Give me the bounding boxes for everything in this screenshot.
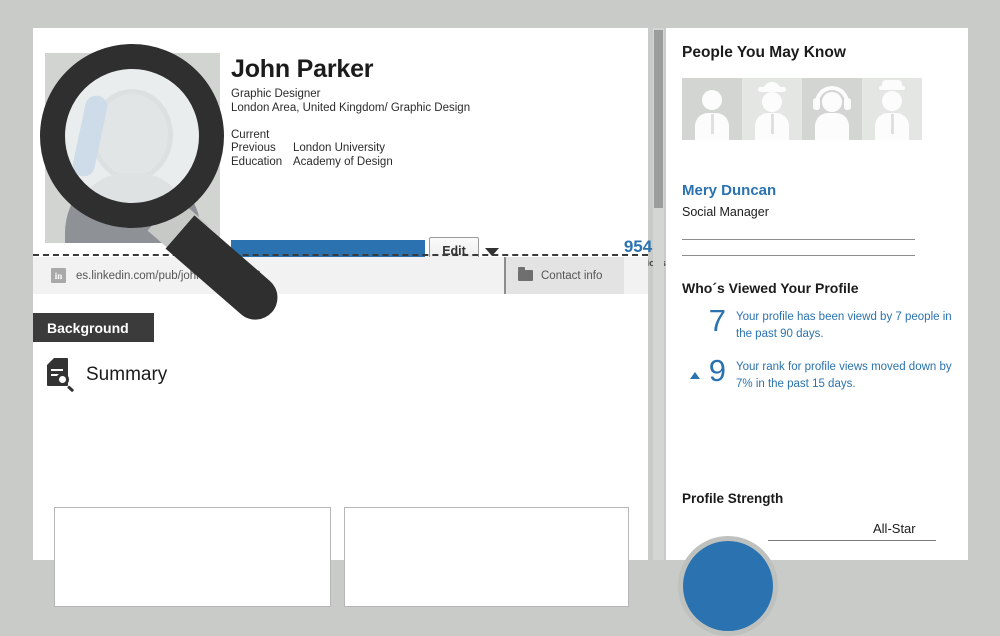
divider-line-2 (682, 255, 915, 256)
meta-key-current: Current (231, 128, 270, 141)
profile-location: London Area, United Kingdom/ Graphic Des… (231, 102, 471, 115)
meta-key-education: Education (231, 155, 283, 168)
avatar-capped-officer[interactable] (862, 78, 922, 140)
profile-strength-title: Profile Strength (682, 491, 784, 506)
profile-card: John Parker Graphic Designer London Area… (33, 28, 666, 294)
avatar-hardhat-worker[interactable] (742, 78, 802, 140)
identity-block: John Parker Graphic Designer London Area… (231, 56, 631, 170)
profile-strength-level: All-Star (873, 521, 916, 536)
content-box-left (54, 507, 331, 607)
profile-photo[interactable] (45, 53, 220, 243)
profile-rank-text: Your rank for profile views moved down b… (736, 361, 952, 390)
suggestion-name-link[interactable]: Mery Duncan (682, 182, 776, 199)
avatar-headset-operator[interactable] (802, 78, 862, 140)
avatar-head-shape (90, 75, 175, 167)
meta-row-previous: Previous London University (231, 142, 631, 156)
profile-views-text: Your profile has been viewd by 7 people … (736, 311, 952, 340)
content-box-right (344, 507, 629, 607)
avatar-body-shape (64, 165, 201, 243)
avatar-businessman[interactable] (682, 78, 742, 140)
main-profile-panel: John Parker Graphic Designer London Area… (33, 28, 666, 607)
page-title: John Parker (231, 55, 374, 83)
profile-rank-stat[interactable]: 9 Your rank for profile views moved down… (682, 353, 952, 392)
people-you-may-know-title: People You May Know (682, 44, 846, 61)
suggestion-role: Social Manager (682, 205, 769, 219)
meta-key-previous: Previous (231, 142, 276, 155)
meta-value-previous: London University (293, 142, 386, 155)
meta-row-current: Current (231, 129, 631, 143)
document-search-icon (45, 358, 75, 393)
profile-views-number: 7 (708, 303, 726, 338)
profile-url[interactable]: es.linkedin.com/pub/johnparker/98/6 (76, 270, 261, 282)
dashed-divider (33, 254, 648, 256)
tab-background[interactable]: Background (33, 313, 154, 342)
profile-strength-meter (678, 536, 778, 636)
people-you-may-know-thumbnails (682, 78, 922, 140)
page-root: John Parker Graphic Designer London Area… (0, 0, 1000, 636)
divider-line-1 (682, 239, 915, 240)
profile-rank-number: 9 (682, 353, 726, 388)
profile-headline: Graphic Designer (231, 88, 321, 101)
arrow-up-icon (690, 372, 700, 379)
summary-section-header: Summary (45, 358, 168, 393)
whos-viewed-your-profile-title: Who´s Viewed Your Profile (682, 280, 859, 296)
profile-views-stat[interactable]: 7 Your profile has been viewd by 7 peopl… (682, 303, 952, 342)
summary-title: Summary (86, 364, 168, 385)
contact-info-label: Contact info (541, 269, 603, 282)
vertical-scrollbar-thumb[interactable] (654, 30, 663, 208)
profile-strength-pointer-line (768, 540, 936, 541)
right-sidebar-panel: People You May Know Mery Duncan Social M… (666, 28, 968, 636)
meta-value-education: Academy of Design (293, 155, 393, 168)
linkedin-icon: in (51, 268, 66, 283)
contact-info-button[interactable]: Contact info (504, 257, 624, 294)
folder-icon (518, 267, 533, 281)
meta-row-education: Education Academy of Design (231, 156, 631, 170)
profile-meta-list: Current Previous London University Educa… (231, 129, 631, 170)
profile-url-strip: in es.linkedin.com/pub/johnparker/98/6 C… (33, 257, 648, 294)
profile-rank-value: 9 (708, 353, 726, 388)
tab-background-label: Background (47, 319, 129, 336)
